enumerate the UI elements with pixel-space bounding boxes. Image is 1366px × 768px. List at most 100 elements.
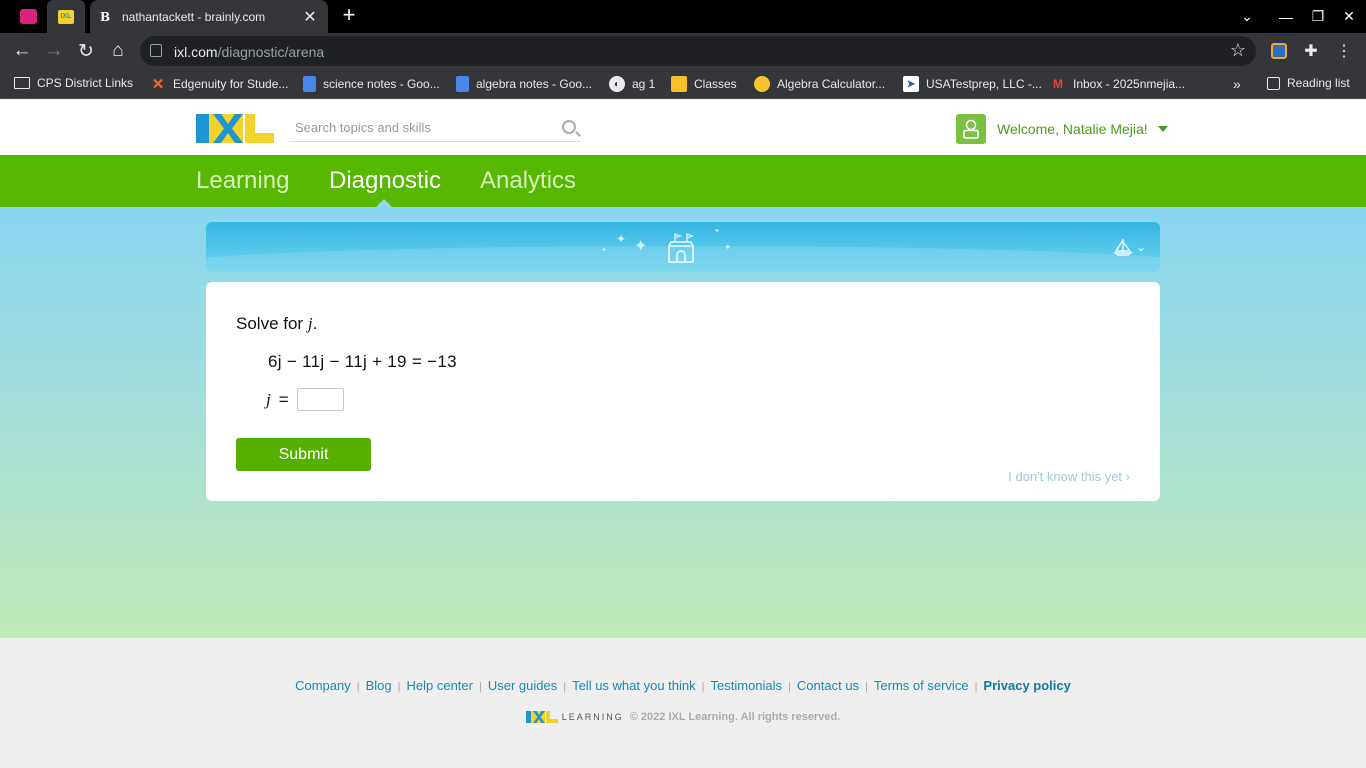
equation: 6j − 11j − 11j + 19 = −13 xyxy=(268,352,457,371)
home-icon[interactable]: ⌂ xyxy=(106,39,130,63)
pinned-tab-ixl[interactable]: IXL xyxy=(47,0,85,33)
edgenuity-icon: ✕ xyxy=(151,76,165,93)
restore-icon[interactable]: ❐ xyxy=(1301,0,1335,33)
footer-link-company[interactable]: Company xyxy=(295,678,351,693)
nav-learning[interactable]: Learning xyxy=(196,167,289,195)
browser-toolbar: ← → ↻ ⌂ ixl.com/diagnostic/arena ☆ ✚ ⋮ xyxy=(0,33,1366,69)
sparkle-icon: ✦ xyxy=(714,228,720,235)
footer-link-help-center[interactable]: Help center xyxy=(407,678,473,693)
extension-icon[interactable] xyxy=(1268,40,1290,62)
dont-know-link[interactable]: I don't know this yet › xyxy=(1008,469,1130,484)
url-host: ixl.com xyxy=(174,44,218,60)
bookmark-cps[interactable]: CPS District Links xyxy=(14,76,133,90)
ixl-footer-logo xyxy=(525,711,558,723)
avatar[interactable] xyxy=(956,114,986,144)
footer-link-testimonials[interactable]: Testimonials xyxy=(711,678,783,693)
active-nav-indicator xyxy=(376,199,392,207)
bookmark-label: Algebra Calculator... xyxy=(777,77,886,91)
close-tab-icon[interactable]: ✕ xyxy=(302,7,318,27)
tab-search-icon[interactable]: ⌄ xyxy=(1230,0,1264,33)
close-window-icon[interactable]: ✕ xyxy=(1332,0,1366,33)
bookmark-star-icon[interactable]: ☆ xyxy=(1230,40,1246,61)
search-input[interactable] xyxy=(289,114,539,140)
search-bar xyxy=(289,114,580,142)
learning-wordmark: LEARNING xyxy=(561,712,624,722)
user-icon xyxy=(963,119,979,139)
bookmark-label: Inbox - 2025nmejia... xyxy=(1073,77,1186,91)
bookmark-label: ag 1 xyxy=(632,77,656,91)
footer-link-feedback[interactable]: Tell us what you think xyxy=(572,678,696,693)
main-nav: Learning Diagnostic Analytics xyxy=(0,155,1366,207)
answer-variable: j xyxy=(266,389,271,409)
globe-icon: ◐ xyxy=(609,76,625,92)
google-docs-icon xyxy=(303,76,316,92)
search-icon[interactable] xyxy=(562,120,576,134)
google-classroom-icon xyxy=(671,76,687,92)
bookmark-science-notes[interactable]: science notes - Goo... xyxy=(303,76,440,92)
bookmark-ag1[interactable]: ◐ ag 1 xyxy=(609,76,655,92)
chevron-down-icon: ⌄ xyxy=(1135,240,1146,254)
extension-badge-icon xyxy=(1271,43,1287,59)
account-dropdown-icon[interactable] xyxy=(1158,126,1168,132)
bookmark-algebra-calculator[interactable]: Algebra Calculator... xyxy=(754,76,885,92)
sparkle-icon: ✦ xyxy=(601,247,607,254)
profile-favicon-icon xyxy=(19,9,37,24)
arena-banner: ✦ ✦ ✦ ✦ ✦ ⌄ xyxy=(206,222,1160,272)
ixl-header: Welcome, Natalie Mejia! xyxy=(0,100,1366,155)
footer-link-terms[interactable]: Terms of service xyxy=(874,678,969,693)
ixl-favicon-icon: IXL xyxy=(58,9,74,24)
footer-link-contact[interactable]: Contact us xyxy=(797,678,859,693)
back-icon[interactable]: ← xyxy=(10,39,34,63)
bookmark-usatestprep[interactable]: ➤ USATestprep, LLC -... xyxy=(903,76,1042,92)
nav-diagnostic[interactable]: Diagnostic xyxy=(329,167,441,195)
active-tab[interactable]: B nathantackett - brainly.com ✕ xyxy=(90,0,328,33)
bookmark-inbox[interactable]: M Inbox - 2025nmejia... xyxy=(1050,76,1185,92)
banner-settings-button[interactable]: ⌄ xyxy=(1112,238,1146,256)
nav-analytics[interactable]: Analytics xyxy=(480,167,576,195)
reading-list-icon xyxy=(1267,76,1280,90)
site-info-icon[interactable] xyxy=(150,44,162,57)
footer-link-privacy[interactable]: Privacy policy xyxy=(983,678,1070,693)
address-bar[interactable]: ixl.com/diagnostic/arena ☆ xyxy=(140,36,1256,66)
browser-menu-icon[interactable]: ⋮ xyxy=(1333,40,1355,62)
brainly-favicon-icon: B xyxy=(100,9,111,24)
answer-row: j = xyxy=(266,388,344,411)
gmail-icon: M xyxy=(1053,77,1063,91)
separator: | xyxy=(563,681,567,693)
copyright-text: © 2022 IXL Learning. All rights reserved… xyxy=(629,711,841,723)
separator: | xyxy=(478,681,482,693)
reading-list-button[interactable]: Reading list xyxy=(1267,76,1350,90)
prompt-text: Solve for xyxy=(236,314,304,333)
castle-icon xyxy=(668,232,695,263)
bookmark-label: CPS District Links xyxy=(37,76,134,90)
calculator-icon xyxy=(754,76,770,92)
more-bookmarks-icon[interactable]: » xyxy=(1233,76,1241,92)
cursor-icon: ➤ xyxy=(903,76,919,92)
new-tab-icon[interactable]: + xyxy=(338,4,360,26)
bookmark-label: Edgenuity for Stude... xyxy=(173,77,289,91)
separator: | xyxy=(356,681,360,693)
reload-icon[interactable]: ↻ xyxy=(74,39,98,63)
footer-link-user-guides[interactable]: User guides xyxy=(488,678,557,693)
ixl-logo[interactable] xyxy=(196,114,274,143)
bookmark-algebra-notes[interactable]: algebra notes - Goo... xyxy=(456,76,592,92)
separator: | xyxy=(788,681,791,693)
sailboat-icon xyxy=(1112,239,1133,256)
sparkle-icon: ✦ xyxy=(724,242,732,252)
sparkle-icon: ✦ xyxy=(616,232,627,246)
submit-button[interactable]: Submit xyxy=(236,438,371,471)
minimize-icon[interactable]: — xyxy=(1269,0,1303,33)
footer-link-blog[interactable]: Blog xyxy=(366,678,392,693)
reading-list-label: Reading list xyxy=(1287,76,1350,90)
welcome-text[interactable]: Welcome, Natalie Mejia! xyxy=(997,121,1148,137)
footer-links: Company | Blog | Help center | User guides | Tel… xyxy=(0,678,1366,693)
copyright: LEARNING © 2022 IXL Learning. All rights… xyxy=(0,711,1366,723)
forward-icon[interactable]: → xyxy=(42,39,66,63)
folder-icon xyxy=(14,77,30,89)
bookmark-classes[interactable]: Classes xyxy=(671,76,737,92)
url-text: ixl.com/diagnostic/arena xyxy=(174,44,324,60)
answer-input[interactable] xyxy=(296,388,344,411)
pinned-tab-1[interactable] xyxy=(9,0,47,33)
extensions-puzzle-icon[interactable]: ✚ xyxy=(1300,40,1322,62)
bookmark-edgenuity[interactable]: ✕ Edgenuity for Stude... xyxy=(150,76,289,93)
